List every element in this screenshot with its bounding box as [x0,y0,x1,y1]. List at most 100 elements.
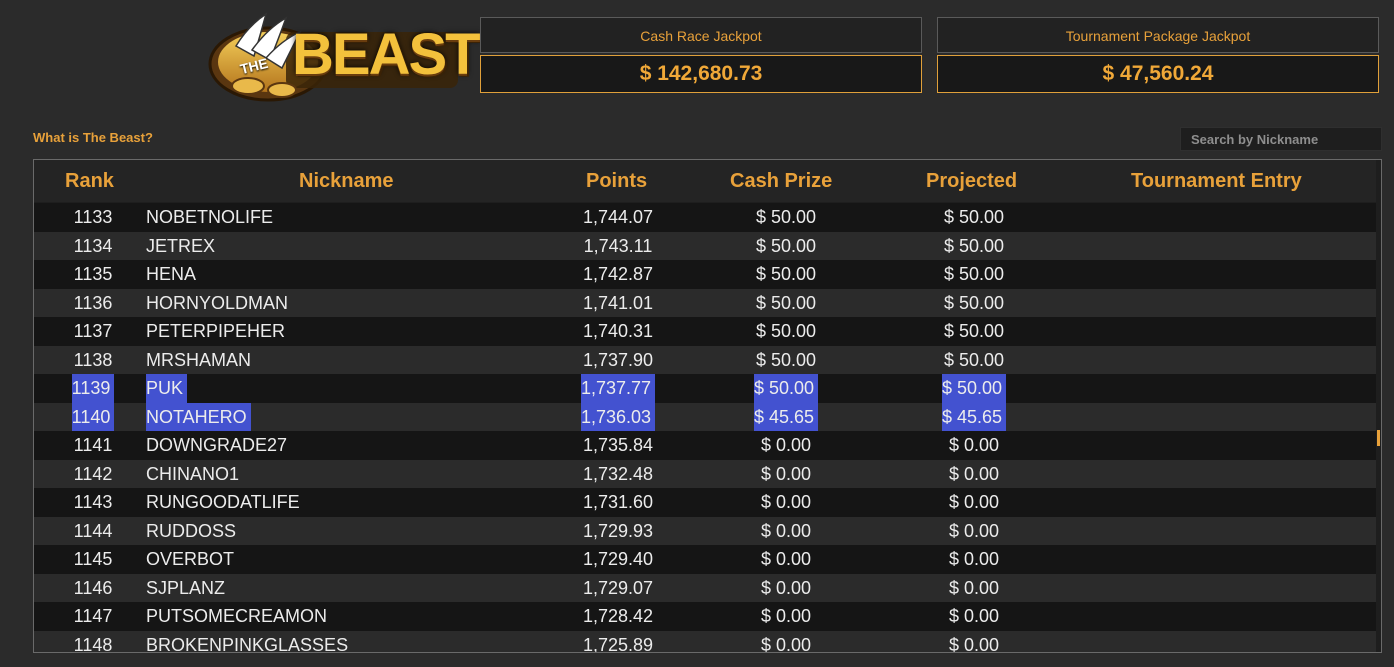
cash-prize-cell-wrap: $ 50.00 [751,289,821,318]
cash-prize-cell: $ 50.00 [755,207,817,227]
nickname-cell: RUNGOODATLIFE [146,492,300,512]
points-cell: 1,731.60 [582,492,654,512]
rank-cell: 1147 [73,606,113,626]
rank-cell-wrap: 1139 [69,374,117,403]
cash-prize-cell: $ 50.00 [755,292,817,313]
points-cell: 1,736.03 [580,402,656,431]
header-rank[interactable]: Rank [65,170,114,193]
table-row[interactable]: 1142 CHINANO1 1,732.48 $ 0.00 $ 0.00 [34,459,1376,489]
nickname-cell-wrap: RUDDOSS [146,517,236,546]
nickname-search-input[interactable] [1180,127,1382,151]
cash-prize-cell-wrap: $ 50.00 [751,317,821,346]
nickname-cell: BROKENPINKGLASSES [146,634,349,653]
table-row[interactable]: 1141 DOWNGRADE27 1,735.84 $ 0.00 $ 0.00 [34,431,1376,460]
cash-prize-cell-wrap: $ 0.00 [751,574,821,603]
projected-cell-wrap: $ 50.00 [942,374,1007,403]
points-cell: 1,743.11 [583,235,653,256]
nickname-cell-wrap: JETREX [146,232,215,261]
cash-prize-cell-wrap: $ 0.00 [751,431,821,460]
table-row[interactable]: 1137 PETERPIPEHER 1,740.31 $ 50.00 $ 50.00 [34,317,1376,346]
points-cell-wrap: 1,737.90 [580,346,656,375]
table-row[interactable]: 1135 HENA 1,742.87 $ 50.00 $ 50.00 [34,260,1376,289]
table-row[interactable]: 1134 JETREX 1,743.11 $ 50.00 $ 50.00 [34,231,1376,261]
projected-cell: $ 0.00 [948,577,1000,598]
cash-prize-cell: $ 50.00 [755,264,817,284]
cash-prize-cell-wrap: $ 0.00 [751,488,821,517]
projected-cell-wrap: $ 0.00 [942,460,1006,489]
cash-prize-cell: $ 45.65 [753,402,819,431]
projected-cell: $ 0.00 [948,463,1000,484]
table-row[interactable]: 1143 RUNGOODATLIFE 1,731.60 $ 0.00 $ 0.00 [34,488,1376,517]
cash-prize-cell-wrap: $ 0.00 [751,517,821,546]
table-row[interactable]: 1147 PUTSOMECREAMON 1,728.42 $ 0.00 $ 0.00 [34,602,1376,631]
table-row[interactable]: 1145 OVERBOT 1,729.40 $ 0.00 $ 0.00 [34,545,1376,574]
points-cell: 1,737.77 [580,374,656,403]
nickname-cell: OVERBOT [146,549,235,569]
projected-cell-wrap: $ 0.00 [942,631,1006,653]
header-tournament-entry[interactable]: Tournament Entry [1131,170,1302,193]
points-cell: 1,735.84 [582,435,654,455]
rank-cell: 1142 [73,463,113,484]
nickname-cell-wrap: NOBETNOLIFE [146,203,273,232]
nickname-cell-wrap: SJPLANZ [146,574,225,603]
table-row[interactable]: 1148 BROKENPINKGLASSES 1,725.89 $ 0.00 $ 0.0… [34,630,1376,653]
projected-cell-wrap: $ 0.00 [942,545,1006,574]
projected-cell-wrap: $ 50.00 [942,317,1006,346]
table-body: 1133 NOBETNOLIFE 1,744.07 $ 50.00 $ 50.00 113… [34,203,1376,653]
table-row[interactable]: 1133 NOBETNOLIFE 1,744.07 $ 50.00 $ 50.00 [34,203,1376,232]
rank-cell: 1141 [73,435,113,455]
header-nickname[interactable]: Nickname [299,170,394,193]
projected-cell-wrap: $ 50.00 [942,260,1006,289]
nickname-cell: DOWNGRADE27 [146,435,288,455]
points-cell-wrap: 1,743.11 [580,232,656,261]
the-beast-logo[interactable]: THE BEAST [208,6,481,102]
points-cell: 1,742.87 [582,264,654,284]
points-cell-wrap: 1,725.89 [580,631,656,653]
rank-cell: 1139 [71,374,115,403]
table-scrollbar-thumb[interactable] [1377,430,1380,446]
rank-cell: 1134 [73,235,113,256]
rank-cell: 1143 [73,492,113,512]
table-row[interactable]: 1146 SJPLANZ 1,729.07 $ 0.00 $ 0.00 [34,573,1376,603]
cash-prize-cell: $ 0.00 [760,492,812,512]
nickname-cell-wrap: CHINANO1 [146,460,239,489]
points-cell-wrap: 1,737.77 [580,374,656,403]
rank-cell-wrap: 1140 [69,402,117,431]
what-is-the-beast-link[interactable]: What is The Beast? [33,130,153,145]
header-projected[interactable]: Projected [926,170,1017,193]
table-row[interactable]: 1136 HORNYOLDMAN 1,741.01 $ 50.00 $ 50.00 [34,288,1376,318]
projected-cell: $ 50.00 [943,321,1005,341]
rank-cell-wrap: 1141 [69,431,117,460]
nickname-cell-wrap: MRSHAMAN [146,346,251,375]
rank-cell-wrap: 1137 [69,317,117,346]
projected-cell: $ 0.00 [948,606,1000,626]
projected-cell-wrap: $ 45.65 [942,402,1007,431]
projected-cell-wrap: $ 0.00 [942,574,1006,603]
nickname-cell: JETREX [146,235,216,256]
rank-cell-wrap: 1136 [69,289,117,318]
cash-prize-cell: $ 50.00 [755,349,817,370]
tournament-jackpot-label: Tournament Package Jackpot [937,17,1379,53]
cash-prize-cell: $ 0.00 [760,577,812,598]
cash-prize-cell-wrap: $ 0.00 [751,602,821,631]
projected-cell: $ 45.65 [942,402,1007,431]
table-row[interactable]: 1144 RUDDOSS 1,729.93 $ 0.00 $ 0.00 [34,516,1376,546]
cash-prize-cell: $ 0.00 [760,549,812,569]
cash-prize-cell-wrap: $ 0.00 [751,631,821,653]
rank-cell-wrap: 1134 [69,232,117,261]
points-cell-wrap: 1,741.01 [580,289,656,318]
nickname-cell: HENA [146,264,197,284]
nickname-cell-wrap: BROKENPINKGLASSES [146,631,349,653]
header-points[interactable]: Points [586,170,647,193]
header-cash-prize[interactable]: Cash Prize [730,170,832,193]
projected-cell: $ 0.00 [948,520,1000,541]
rank-cell: 1140 [71,402,115,431]
projected-cell-wrap: $ 0.00 [942,488,1006,517]
table-row[interactable]: 1139 PUK 1,737.77 $ 50.00 $ 50.00 [34,374,1376,403]
cash-prize-cell: $ 0.00 [760,435,812,455]
points-cell-wrap: 1,735.84 [580,431,656,460]
table-row[interactable]: 1138 MRSHAMAN 1,737.90 $ 50.00 $ 50.00 [34,345,1376,375]
projected-cell-wrap: $ 50.00 [942,203,1006,232]
rank-cell-wrap: 1138 [69,346,117,375]
table-row[interactable]: 1140 NOTAHERO 1,736.03 $ 45.65 $ 45.65 [34,402,1376,431]
